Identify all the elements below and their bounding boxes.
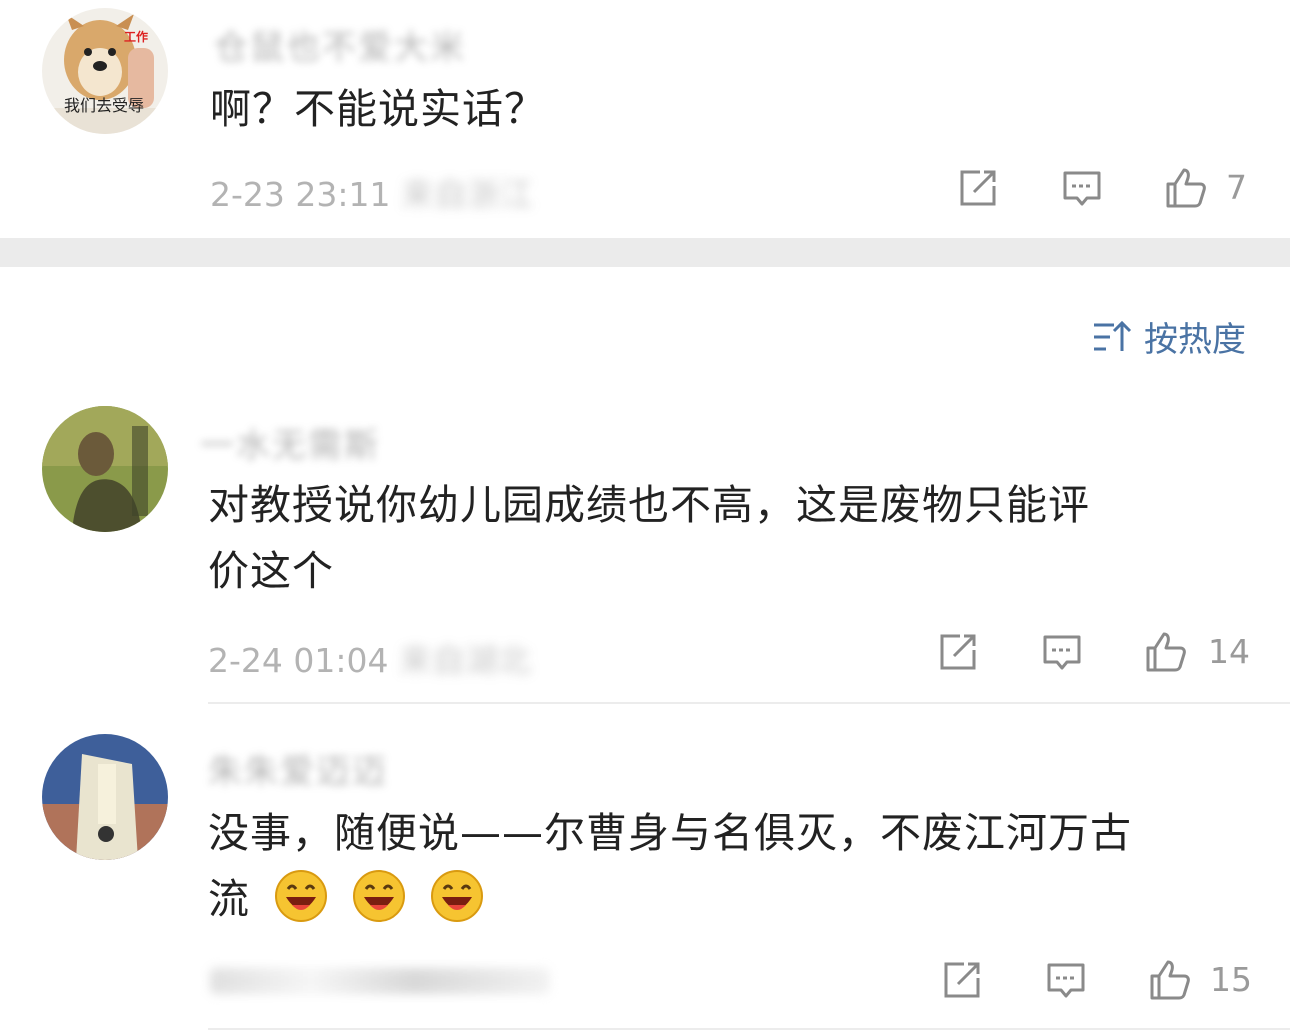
laugh-emoji: [430, 869, 484, 923]
thumbs-up-icon[interactable]: [1144, 630, 1188, 674]
like-count: 15: [1210, 960, 1252, 999]
username[interactable]: 朱朱爱迈迈: [208, 744, 388, 793]
username[interactable]: 一水无需斯: [200, 418, 380, 467]
sort-icon: [1094, 320, 1132, 351]
comment-line: 啊？不能说实话？: [210, 85, 546, 133]
username[interactable]: 仓鼠也不爱大米: [214, 20, 466, 69]
comment-text: 没事，随便说——尔曹身与名俱灭，不废江河万古 流: [208, 800, 1132, 932]
avatar[interactable]: [42, 734, 168, 860]
avatar-tag: 工作: [124, 30, 149, 44]
comment-date: 2-24 01:04: [208, 641, 389, 680]
share-icon[interactable]: [940, 958, 984, 1002]
avatar-caption: 我们去受辱: [64, 96, 145, 115]
section-divider: [0, 238, 1290, 267]
share-icon[interactable]: [936, 630, 980, 674]
comment-text: 对教授说你幼儿园成绩也不高，这是废物只能评 价这个: [208, 472, 1090, 604]
comment-date: 2-23 23:11: [210, 175, 391, 214]
comment-location: 来自湖北: [399, 641, 531, 680]
avatar[interactable]: 工作 我们去受辱: [42, 8, 168, 134]
comment-actions: 15: [940, 958, 1260, 1006]
comment-separator: [208, 702, 1290, 704]
comment-line: 对教授说你幼儿园成绩也不高，这是废物只能评: [208, 481, 1090, 529]
comment-icon[interactable]: [1060, 166, 1104, 210]
comment-separator: [208, 1028, 1290, 1030]
comment-meta: 2-23 23:11 来自浙江: [210, 168, 533, 216]
comment-actions: 14: [936, 630, 1256, 678]
comment-line-with-emoji: 流: [208, 866, 1132, 932]
laugh-emoji: [274, 869, 328, 923]
comment-icon[interactable]: [1040, 630, 1084, 674]
avatar[interactable]: [42, 406, 168, 532]
share-icon[interactable]: [956, 166, 1000, 210]
like-count: 7: [1226, 168, 1247, 207]
comment-actions: 7: [956, 166, 1256, 214]
comment-location: 来自浙江: [401, 175, 533, 214]
like-count: 14: [1208, 632, 1250, 671]
sort-button[interactable]: 按热度: [1092, 312, 1246, 361]
comment-meta: 2-24 01:04 来自湖北: [208, 634, 531, 682]
sort-label: 按热度: [1144, 320, 1246, 360]
comment-icon[interactable]: [1044, 958, 1088, 1002]
laugh-emoji: [352, 869, 406, 923]
comment-line: 流: [208, 875, 250, 923]
thumbs-up-icon[interactable]: [1148, 958, 1192, 1002]
redacted-meta: [210, 968, 550, 994]
thumbs-up-icon[interactable]: [1164, 166, 1208, 210]
comment-line: 价这个: [208, 547, 334, 595]
comment-text: 啊？不能说实话？: [210, 76, 546, 142]
comment-line: 没事，随便说——尔曹身与名俱灭，不废江河万古: [208, 809, 1132, 857]
